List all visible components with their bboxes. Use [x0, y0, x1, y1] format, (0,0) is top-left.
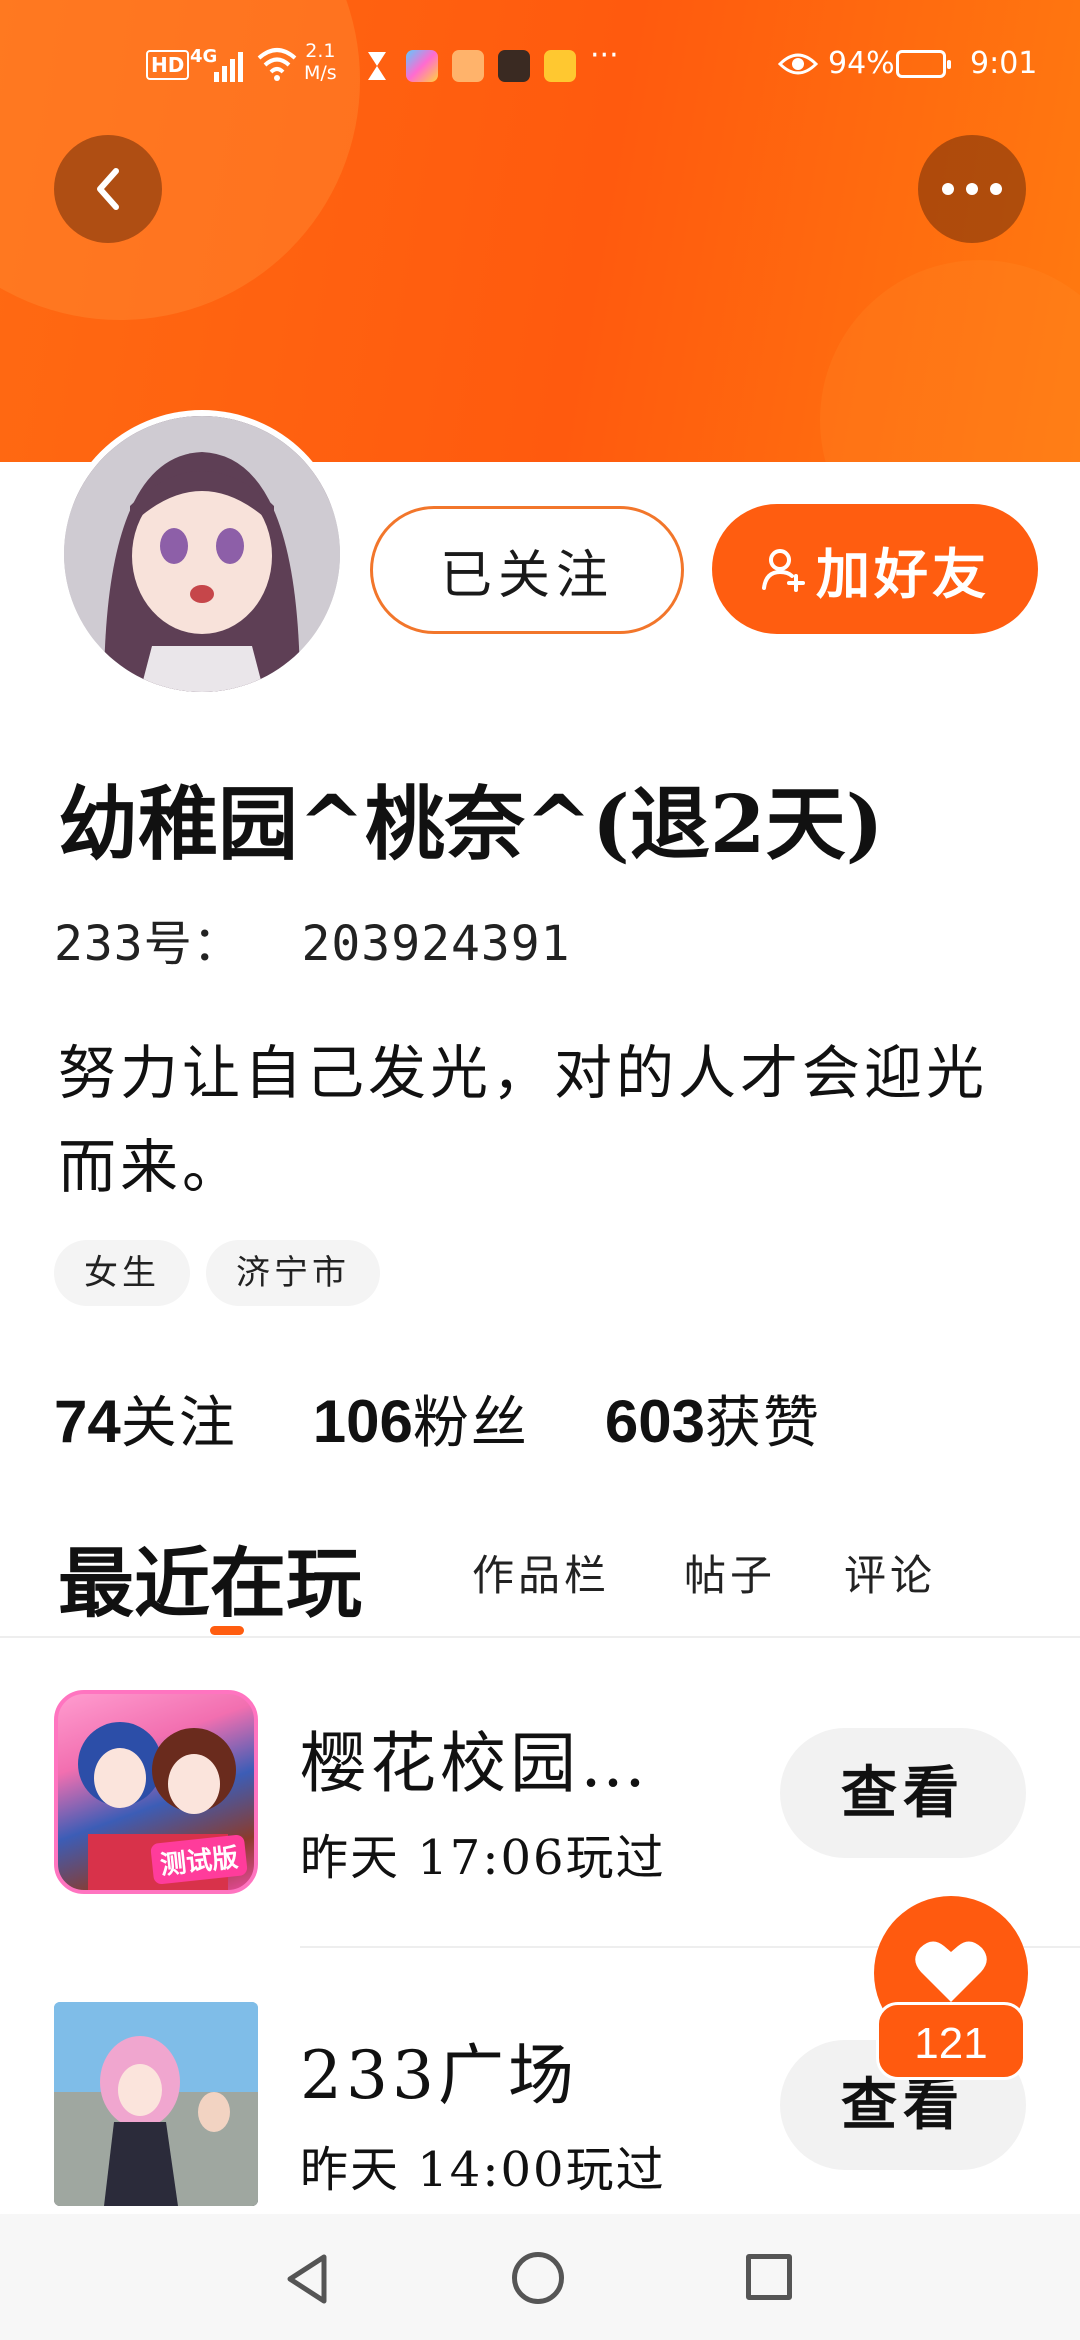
tab-comments[interactable]: 评论 — [844, 1542, 936, 1603]
add-person-icon — [762, 549, 805, 592]
following-stat[interactable]: 74 关注 — [54, 1378, 237, 1459]
gender-tag: 女生 — [54, 1240, 190, 1306]
network-speed: 2.1 M/s — [304, 40, 337, 84]
game-title: 樱花校园… — [300, 1725, 650, 1802]
active-tab-indicator — [210, 1626, 244, 1635]
tab-works[interactable]: 作品栏 — [472, 1542, 610, 1603]
bio: 努力让自己发光，对的人才会迎光而来。 — [58, 1039, 989, 1201]
cup-app-icon — [544, 50, 576, 82]
status-bar: HD 4G 2.1 M/s ··· 94% 9:01 — [0, 0, 1080, 130]
likes-label: 获赞 — [704, 1391, 821, 1456]
add-friend-label: 加好友 — [816, 541, 990, 606]
like-count: 121 — [876, 2002, 1026, 2080]
followed-button[interactable]: 已关注 — [370, 506, 684, 634]
battery-icon — [896, 50, 951, 78]
profile-stats: 74 关注 106 粉丝 603 获赞 — [54, 1378, 821, 1459]
avatar-image — [64, 416, 340, 692]
divider — [0, 1636, 1080, 1638]
chevron-left-icon — [97, 168, 119, 210]
last-played-time: 昨天 14:00玩过 — [300, 2142, 666, 2198]
game-icon: 测试版 — [54, 1690, 258, 1894]
signal-icon — [214, 52, 243, 82]
nickname: 幼稚园^桃奈^(退2天) — [58, 777, 884, 871]
avatar[interactable] — [58, 410, 346, 698]
game-title: 233广场 — [300, 2037, 578, 2114]
clock: 9:01 — [970, 46, 1038, 81]
likes-stat[interactable]: 603 获赞 — [605, 1378, 821, 1459]
following-count: 74 — [54, 1388, 121, 1455]
profile-header: HD 4G 2.1 M/s ··· 94% 9:01 — [0, 0, 1080, 462]
following-label: 关注 — [120, 1391, 237, 1456]
tab-posts[interactable]: 帖子 — [684, 1542, 776, 1603]
more-horizontal-icon — [942, 183, 1002, 195]
hd-indicator: HD — [146, 50, 190, 80]
game-icon — [54, 2002, 258, 2206]
location-tag: 济宁市 — [206, 1240, 380, 1306]
app-notification-icon — [406, 50, 438, 82]
followers-label: 粉丝 — [412, 1391, 529, 1456]
header-decoration — [820, 260, 1080, 462]
likes-count: 603 — [604, 1388, 705, 1455]
profile-tags: 女生 济宁市 — [54, 1240, 380, 1306]
profile-tabs: 最近在玩 作品栏 帖子 评论 — [58, 1512, 1058, 1635]
message-app-icon — [498, 50, 530, 82]
followers-count: 106 — [312, 1388, 413, 1455]
view-button[interactable]: 查看 — [780, 1728, 1026, 1858]
user-id[interactable]: 233号： 203924391 — [54, 904, 571, 974]
system-nav-bar — [0, 2214, 1080, 2340]
list-item[interactable]: 测试版 樱花校园… 昨天 17:06玩过 查看 — [0, 1688, 1080, 1928]
eye-comfort-icon — [778, 53, 818, 75]
last-played-time: 昨天 17:06玩过 — [300, 1830, 666, 1886]
tab-recently-played[interactable]: 最近在玩 — [58, 1522, 362, 1632]
back-button[interactable] — [54, 135, 162, 243]
add-friend-button[interactable]: 加好友 — [712, 504, 1038, 634]
video-app-icon — [452, 50, 484, 82]
nav-home-icon[interactable] — [512, 2252, 564, 2304]
nav-back-icon[interactable] — [282, 2252, 332, 2306]
wifi-icon — [257, 48, 297, 81]
heart-icon — [915, 1941, 987, 2002]
hourglass-icon — [368, 52, 386, 80]
more-notifications-icon: ··· — [590, 38, 619, 73]
nav-recents-icon[interactable] — [746, 2254, 792, 2300]
followers-stat[interactable]: 106 粉丝 — [313, 1378, 529, 1459]
more-options-button[interactable] — [918, 135, 1026, 243]
battery-percent: 94% — [828, 46, 895, 81]
